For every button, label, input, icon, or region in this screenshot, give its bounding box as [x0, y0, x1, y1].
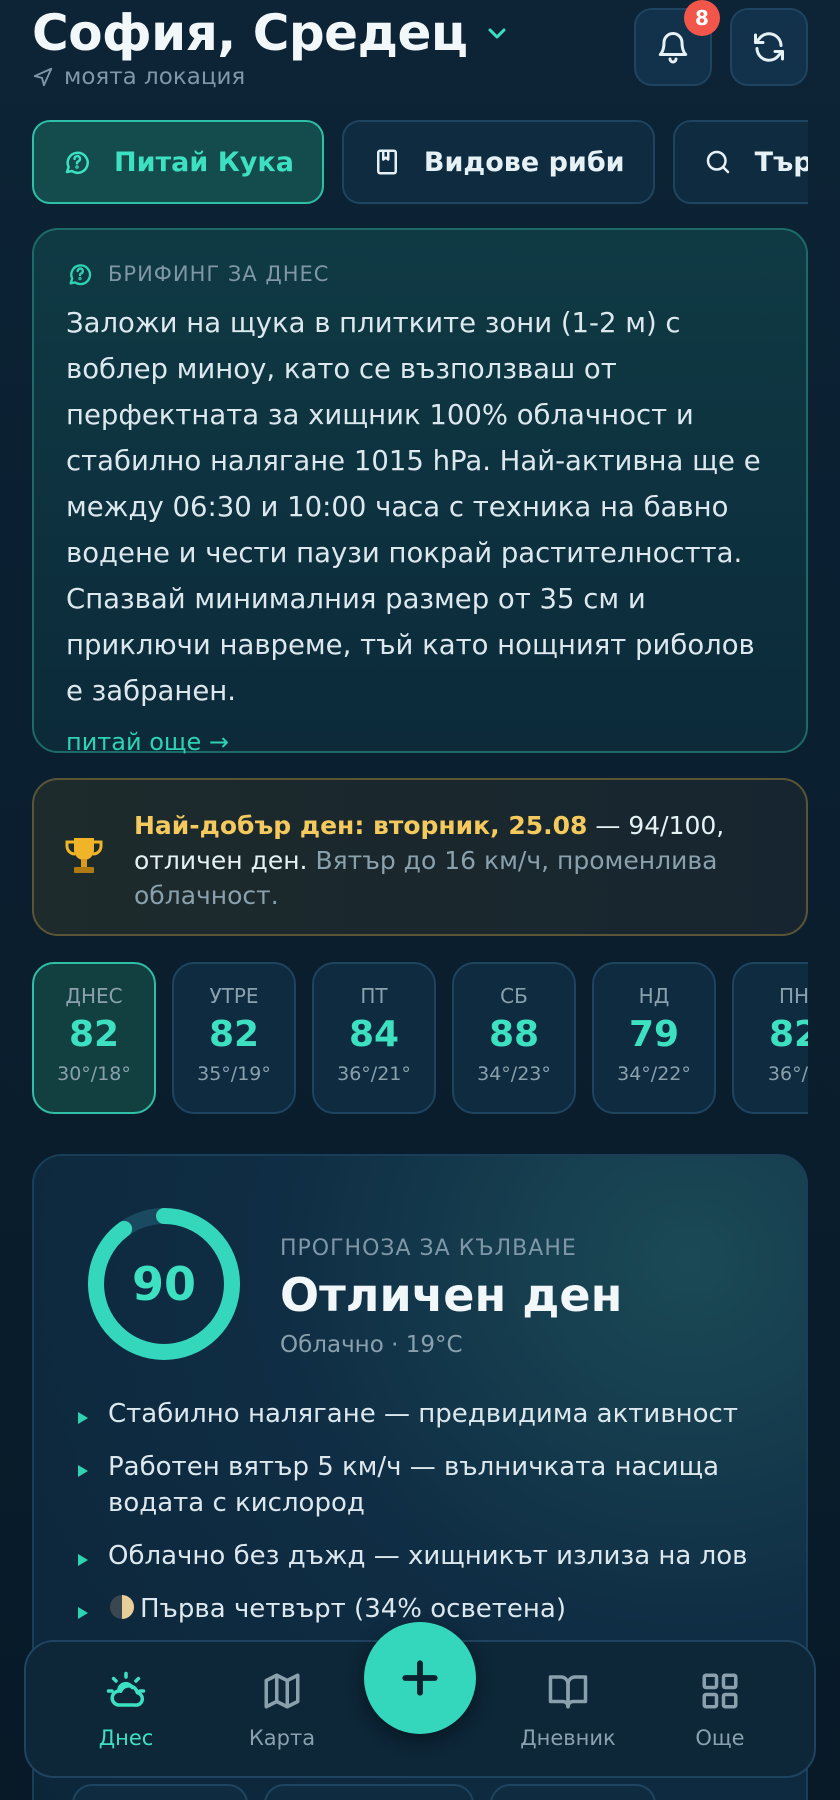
moon-first-quarter-icon	[110, 1595, 134, 1619]
book-icon	[376, 149, 397, 175]
day-score: 82	[768, 1014, 808, 1055]
reason-text: Облачно без дъжд — хищникът излиза на ло…	[108, 1541, 748, 1571]
trophy-icon	[65, 838, 103, 873]
briefing-text: Заложи на щука в плитките зони (1-2 м) с…	[66, 307, 761, 707]
day-card-mon[interactable]: ПН 82 36°/2	[732, 962, 808, 1114]
nav-journal[interactable]: Дневник	[508, 1670, 628, 1750]
add-catch-button[interactable]	[364, 1622, 476, 1734]
chip-ask-kuka[interactable]: Питай Кука	[32, 120, 324, 204]
reason-item: Облачно без дъжд — хищникът излиза на ло…	[74, 1538, 774, 1574]
notifications-button[interactable]: 8	[634, 0, 720, 86]
day-card-today[interactable]: ДНЕС 82 30°/18°	[32, 962, 156, 1114]
day-score: 82	[68, 1014, 120, 1055]
day-card-fri[interactable]: ПТ 84 36°/21°	[312, 962, 436, 1114]
day-score: 88	[488, 1014, 540, 1055]
bell-icon	[658, 32, 688, 64]
nav-today[interactable]: Днес	[66, 1670, 186, 1750]
day-card-sun[interactable]: НД 79 34°/22°	[592, 962, 716, 1114]
navigation-arrow-icon	[33, 67, 53, 87]
location-label: моята локация	[64, 64, 246, 90]
map-icon	[264, 1673, 300, 1709]
day-name: ПТ	[360, 984, 388, 1008]
grid-icon	[702, 1673, 738, 1709]
day-temps: 36°/21°	[337, 1063, 411, 1085]
weather-icon	[106, 1671, 146, 1707]
forecast-title: Отличен ден	[280, 1268, 623, 1322]
bullet-icon	[78, 1465, 88, 1477]
plus-icon	[402, 1660, 438, 1696]
city-selector[interactable]: София, Средец	[32, 4, 509, 62]
chip-fish-species[interactable]: Видове риби	[341, 120, 655, 204]
day-score: 79	[628, 1014, 680, 1055]
day-temps: 30°/18°	[57, 1063, 131, 1085]
nav-label: Още	[695, 1726, 745, 1750]
forecast-label: ПРОГНОЗА ЗА КЪЛВАНЕ	[280, 1236, 577, 1261]
day-temps: 34°/23°	[477, 1063, 551, 1085]
nav-label: Днес	[98, 1726, 154, 1750]
nav-label: Дневник	[520, 1726, 616, 1750]
day-name: УТРЕ	[209, 984, 259, 1008]
reason-text: Работен вятър 5 км/ч — вълничката насища…	[108, 1452, 720, 1518]
chat-question-icon	[65, 151, 89, 174]
briefing-header: БРИФИНГ ЗА ДНЕС	[66, 260, 774, 288]
forecast-reasons: Стабилно налягане — предвидима активност…	[74, 1396, 774, 1644]
day-temps: 34°/22°	[617, 1063, 691, 1085]
refresh-icon	[754, 32, 784, 62]
city-name: София, Средец	[32, 4, 468, 62]
chat-question-icon	[69, 264, 92, 286]
day-name: СБ	[500, 984, 528, 1008]
day-temps: 35°/19°	[197, 1063, 271, 1085]
day-name: НД	[638, 984, 670, 1008]
reason-text: Първа четвърт (34% осветена)	[140, 1594, 566, 1624]
open-book-icon	[548, 1675, 588, 1709]
peek-chip	[490, 1784, 656, 1800]
bullet-icon	[78, 1412, 88, 1424]
day-score: 82	[208, 1014, 260, 1055]
briefing-title: БРИФИНГ ЗА ДНЕС	[108, 262, 330, 286]
peek-chip	[72, 1784, 248, 1800]
reason-item: Стабилно налягане — предвидима активност	[74, 1396, 774, 1432]
search-icon	[706, 150, 729, 174]
nav-label: Карта	[248, 1726, 316, 1750]
chip-label: Видове риби	[423, 146, 625, 178]
chevron-down-icon	[488, 28, 506, 39]
briefing-card: БРИФИНГ ЗА ДНЕС Заложи на щука в плиткит…	[32, 228, 808, 756]
day-forecast-strip: ДНЕС 82 30°/18° УТРЕ 82 35°/19° ПТ 84 36…	[32, 962, 808, 1114]
chip-search-place[interactable]: Търси място	[672, 120, 808, 204]
day-score: 84	[348, 1014, 400, 1055]
day-name: ДНЕС	[65, 984, 123, 1008]
bullet-icon	[78, 1554, 88, 1566]
chip-label: Търси място	[754, 146, 808, 178]
location-row[interactable]: моята локация	[32, 64, 245, 90]
day-card-sat[interactable]: СБ 88 34°/23°	[452, 962, 576, 1114]
nav-more[interactable]: Още	[660, 1670, 780, 1750]
notifications-badge: 8	[684, 0, 720, 36]
refresh-button[interactable]	[730, 8, 808, 86]
ask-more-link[interactable]: питай още →	[66, 728, 774, 756]
best-day-text: Най-добър ден: вторник, 25.08 — 94/100, …	[134, 808, 776, 913]
bullet-icon	[78, 1607, 88, 1619]
nav-map[interactable]: Карта	[222, 1670, 342, 1750]
quick-actions: Питай Кука Видове риби Търси място	[32, 120, 808, 204]
forecast-score: 90	[131, 1257, 196, 1311]
chip-label: Питай Кука	[114, 146, 294, 178]
day-name: ПН	[778, 984, 808, 1008]
day-temps: 36°/2	[767, 1063, 808, 1085]
reason-text: Стабилно налягане — предвидима активност	[108, 1399, 738, 1429]
reason-item: Работен вятър 5 км/ч — вълничката насища…	[74, 1449, 774, 1521]
header: София, Средец моята локация 8	[32, 0, 808, 100]
peek-chip	[264, 1784, 474, 1800]
best-day-highlight: Най-добър ден: вторник, 25.08	[134, 811, 588, 840]
forecast-subtitle: Облачно · 19°C	[280, 1332, 463, 1358]
best-day-card[interactable]: Най-добър ден: вторник, 25.08 — 94/100, …	[32, 778, 808, 936]
day-card-tomorrow[interactable]: УТРЕ 82 35°/19°	[172, 962, 296, 1114]
